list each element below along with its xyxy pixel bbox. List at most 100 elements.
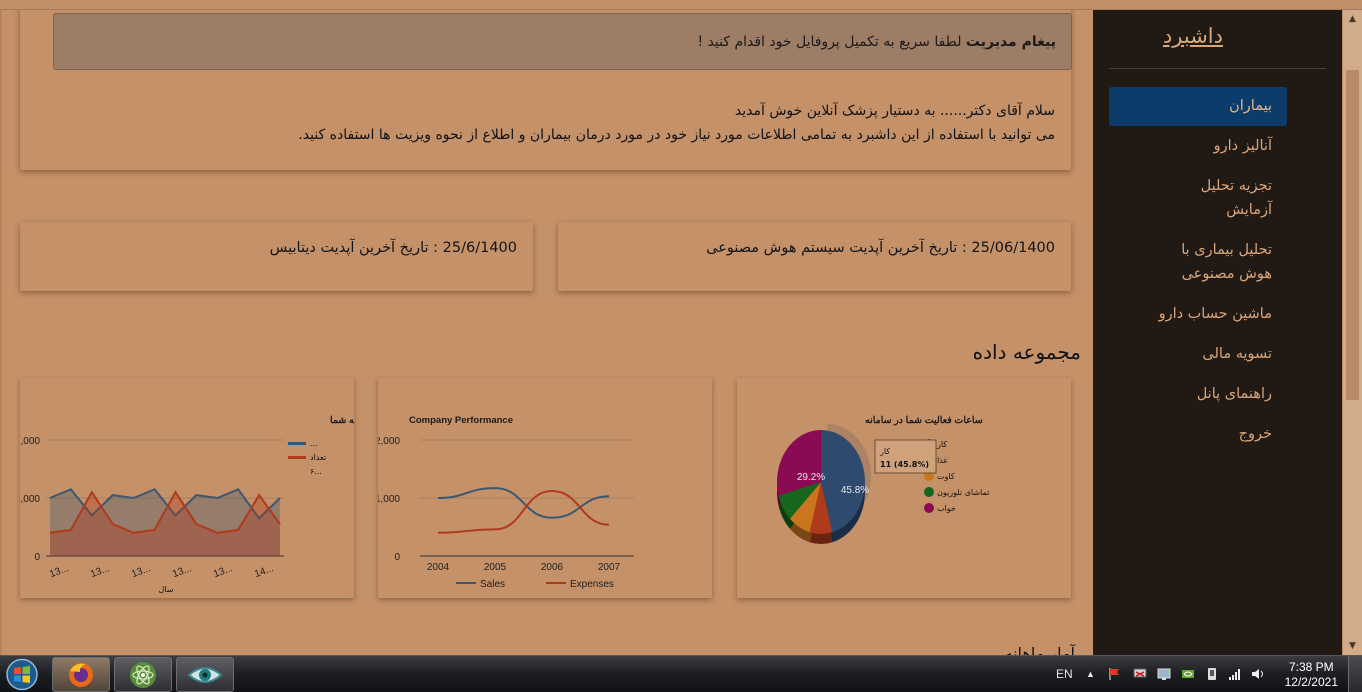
- y-tick-label: 1,000: [378, 494, 400, 505]
- legend-label: کاوت: [937, 472, 955, 481]
- company-performance-chart-card: Company Performance 2,000 1,000 0 2004 2005 20…: [378, 378, 712, 598]
- x-tick-label: 2006: [541, 562, 564, 573]
- tray-expand-icon[interactable]: ▲: [1086, 669, 1095, 679]
- display-icon[interactable]: [1157, 667, 1171, 681]
- legend-label: تعداد: [310, 453, 326, 462]
- legend-swatch: [288, 456, 306, 459]
- clock-date: 12/2/2021: [1284, 675, 1338, 689]
- legend-label: ۶...: [310, 467, 322, 476]
- legend-label: Sales: [480, 579, 505, 590]
- eye-icon: [187, 667, 223, 683]
- legend-label: تماشای تلوزیون: [937, 488, 989, 497]
- welcome-description: می توانید با استفاده از این داشبرد به تم…: [298, 127, 1055, 143]
- chart-title: ساعات فعالیت شما در سامانه: [865, 415, 983, 426]
- db-update-card: 25/6/1400 : تاریخ آخرین آپدیت دیتابیس: [20, 222, 533, 291]
- sidebar-item-drug-analysis[interactable]: آنالیز دارو: [1214, 134, 1272, 158]
- y-tick-label: 0: [34, 552, 40, 563]
- admin-alert: پیغام مدیریت لطفا سریع به تکمیل پروفایل …: [53, 13, 1072, 70]
- y-tick-label: 2,000: [20, 436, 40, 447]
- x-tick-label: 13...: [130, 563, 152, 580]
- taskbar: EN ▲ 7:38 PM 12/2/2021: [0, 655, 1362, 692]
- sidebar-item-logout[interactable]: خروج: [1239, 422, 1272, 446]
- sidebar-item-label: آزمایش: [1226, 202, 1272, 218]
- sidebar-item-billing[interactable]: تسویه مالی: [1202, 342, 1272, 366]
- clock[interactable]: 7:38 PM 12/2/2021: [1285, 660, 1338, 690]
- taskbar-firefox-button[interactable]: [52, 657, 110, 692]
- volume-icon[interactable]: [1251, 667, 1265, 681]
- network-monitor-icon[interactable]: [1133, 667, 1147, 681]
- ai-update-card: 25/06/1400 : تاریخ آخرین آپدیت سیستم هوش…: [558, 222, 1071, 291]
- sidebar-item-help[interactable]: راهنمای پانل: [1197, 382, 1272, 406]
- welcome-greeting: سلام آقای دکتر...... به دستیار پزشک آنلا…: [734, 103, 1055, 119]
- show-desktop-button[interactable]: [1348, 656, 1362, 692]
- annual-return-chart: بازدهی سالانه شما 2,000 1,000 0 13... 13... 13…: [20, 415, 354, 594]
- sidebar-item-patients[interactable]: بیماران: [1109, 87, 1287, 126]
- sidebar-item-lab-analysis[interactable]: تجزیه تحلیل آزمایش: [1201, 174, 1272, 222]
- y-tick-label: 2,000: [378, 436, 400, 447]
- x-axis-label: سال: [159, 585, 174, 594]
- x-tick-label: 13...: [212, 563, 234, 580]
- welcome-card: پیغام مدیریت لطفا سریع به تکمیل پروفایل …: [20, 10, 1072, 170]
- legend-label: خواب: [937, 504, 956, 513]
- clock-time: 7:38 PM: [1288, 660, 1334, 674]
- browser-top-edge: [0, 0, 1362, 10]
- annual-return-chart-card: بازدهی سالانه شما 2,000 1,000 0 13... 13... 13…: [20, 378, 354, 598]
- vertical-scrollbar[interactable]: ▲ ▼: [1342, 10, 1362, 655]
- sidebar-item-drug-calculator[interactable]: ماشین حساب دارو: [1159, 302, 1272, 326]
- alert-text: لطفا سریع به تکمیل پروفایل خود اقدام کنی…: [697, 34, 966, 50]
- sidebar-item-label: تجزیه تحلیل: [1200, 178, 1272, 194]
- line-series: [437, 490, 610, 534]
- x-tick-label: 13...: [48, 563, 70, 580]
- taskbar-atom-button[interactable]: [114, 657, 172, 692]
- action-center-flag-icon[interactable]: [1108, 667, 1122, 681]
- sidebar-title[interactable]: داشبرد: [1163, 24, 1223, 48]
- taskbar-eye-button[interactable]: [176, 657, 234, 692]
- atom-icon: [130, 662, 156, 688]
- activity-hours-chart-card: ساعات فعالیت شما در سامانه 45.8% 29.2% کار غ…: [737, 378, 1071, 598]
- pie-data-label: 45.8%: [841, 485, 869, 496]
- windows-start-icon[interactable]: [3, 657, 41, 692]
- company-performance-chart: Company Performance 2,000 1,000 0 2004 2005 20…: [378, 415, 634, 590]
- y-tick-label: 0: [394, 552, 400, 563]
- legend-label: کار: [936, 440, 947, 449]
- activity-hours-chart: ساعات فعالیت شما در سامانه 45.8% 29.2% کار غ…: [777, 415, 989, 544]
- legend-swatch: [924, 503, 934, 513]
- sidebar-item-ai-diagnosis[interactable]: تحلیل بیماری با هوش مصنوعی: [1181, 238, 1272, 286]
- alert-title: پیغام مدیریت: [965, 34, 1056, 50]
- legend-label: غذا: [937, 456, 948, 465]
- x-tick-label: 2005: [484, 562, 507, 573]
- scroll-thumb[interactable]: [1346, 70, 1359, 400]
- chart-title: Company Performance: [409, 415, 513, 426]
- legend-swatch: [288, 442, 306, 445]
- language-indicator[interactable]: EN: [1056, 667, 1073, 681]
- legend-swatch: [924, 487, 934, 497]
- ai-update-text: 25/06/1400 : تاریخ آخرین آپدیت سیستم هوش…: [706, 240, 1055, 256]
- scroll-up-icon[interactable]: ▲: [1343, 10, 1362, 28]
- pie-tooltip-label: کار: [879, 447, 890, 456]
- y-tick-label: 1,000: [20, 494, 40, 505]
- line-series: [437, 487, 610, 519]
- sidebar-item-label: تحلیل بیماری با: [1181, 242, 1272, 258]
- x-tick-label: 13...: [171, 563, 193, 580]
- x-tick-label: 13...: [89, 563, 111, 580]
- x-tick-label: 2007: [598, 562, 621, 573]
- sidebar-item-label: هوش مصنوعی: [1181, 266, 1272, 282]
- firefox-icon: [69, 663, 93, 687]
- legend-label: ...: [310, 439, 318, 448]
- sidebar-divider: [1109, 68, 1326, 69]
- pie-tooltip-value: 11 (45.8%): [880, 460, 929, 469]
- chart-title: بازدهی سالانه شما: [330, 415, 354, 426]
- nvidia-icon[interactable]: [1181, 667, 1195, 681]
- db-update-text: 25/6/1400 : تاریخ آخرین آپدیت دیتابیس: [269, 240, 517, 256]
- sidebar: داشبرد بیماران آنالیز دارو تجزیه تحلیل آ…: [1093, 10, 1342, 655]
- x-tick-label: 14...: [253, 563, 275, 580]
- pie-data-label: 29.2%: [797, 472, 825, 483]
- x-tick-label: 2004: [427, 562, 450, 573]
- monthly-stats-title: آمار ماهانه: [1004, 644, 1076, 655]
- legend-label: Expenses: [570, 579, 614, 590]
- section-title: مجموعه داده: [972, 340, 1081, 364]
- main-content: پیغام مدیریت لطفا سریع به تکمیل پروفایل …: [0, 10, 1093, 655]
- device-icon[interactable]: [1205, 667, 1219, 681]
- scroll-down-icon[interactable]: ▼: [1343, 637, 1362, 655]
- signal-icon[interactable]: [1228, 667, 1242, 681]
